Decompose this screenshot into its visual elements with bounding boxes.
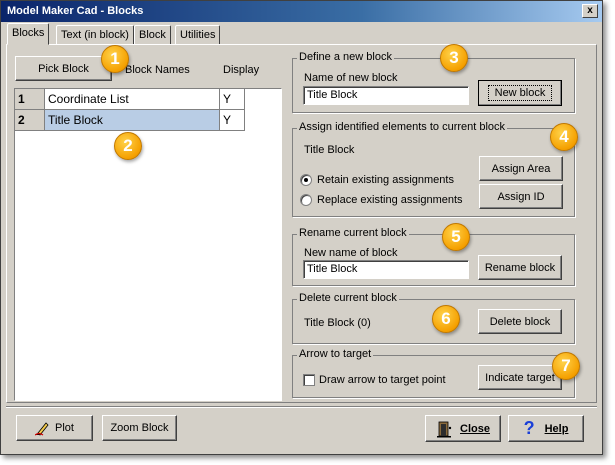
plot-label: Plot <box>55 422 74 434</box>
close-button[interactable]: Close <box>425 415 501 442</box>
help-button[interactable]: ? Help <box>508 415 584 442</box>
column-header-display: Display <box>223 64 260 76</box>
group-title: Arrow to target <box>297 348 374 360</box>
help-label: Help <box>544 422 569 435</box>
new-block-name-input[interactable]: Title Block <box>303 86 469 105</box>
delete-block-button[interactable]: Delete block <box>478 309 562 334</box>
column-header-block-names: Block Names <box>125 64 190 76</box>
plot-button[interactable]: Plot <box>16 415 93 441</box>
tab-text-in-block[interactable]: Text (in block) <box>56 25 134 45</box>
new-block-button-label: New block <box>487 85 553 101</box>
replace-radio[interactable] <box>300 194 312 206</box>
zoom-block-button[interactable]: Zoom Block <box>102 415 177 441</box>
group-title: Rename current block <box>297 227 409 239</box>
delete-current-label: Title Block (0) <box>304 317 371 329</box>
pen-icon <box>35 422 49 436</box>
display-cell[interactable]: Y <box>220 89 245 110</box>
group-title: Assign identified elements to current bl… <box>297 121 508 133</box>
indicate-target-button[interactable]: Indicate target <box>478 365 562 390</box>
row-number: 2 <box>15 110 45 131</box>
badge-4: 4 <box>550 123 578 151</box>
badge-3: 3 <box>440 44 468 72</box>
current-block-label: Title Block <box>304 144 355 156</box>
rename-block-button[interactable]: Rename block <box>478 255 562 280</box>
tab-utilities[interactable]: Utilities <box>175 25 221 45</box>
group-title: Delete current block <box>297 292 399 304</box>
retain-label: Retain existing assignments <box>317 174 454 186</box>
blocks-dialog: Model Maker Cad - Blocks x Blocks Text (… <box>0 0 603 455</box>
table-row[interactable]: 2 Title Block Y <box>15 110 245 131</box>
title-bar: Model Maker Cad - Blocks x <box>1 1 602 22</box>
new-block-name-label: Name of new block <box>304 72 398 84</box>
table-row[interactable]: 1 Coordinate List Y <box>15 89 245 110</box>
pick-block-button[interactable]: Pick Block <box>15 56 112 81</box>
group-title: Define a new block <box>297 51 394 63</box>
block-name-cell[interactable]: Coordinate List <box>45 89 220 110</box>
bottom-divider <box>6 406 597 408</box>
display-cell[interactable]: Y <box>220 110 245 131</box>
draw-arrow-checkbox[interactable] <box>303 374 315 386</box>
door-exit-icon <box>437 421 452 437</box>
badge-5: 5 <box>442 223 470 251</box>
window-title: Model Maker Cad - Blocks <box>7 5 144 17</box>
badge-2: 2 <box>114 132 142 160</box>
tab-block[interactable]: Block <box>134 25 171 45</box>
badge-1: 1 <box>101 45 129 73</box>
tab-blocks[interactable]: Blocks <box>7 23 50 45</box>
window-close-button[interactable]: x <box>582 4 598 18</box>
blocks-grid[interactable]: 1 Coordinate List Y 2 Title Block Y <box>14 88 282 401</box>
replace-label: Replace existing assignments <box>317 194 463 206</box>
badge-6: 6 <box>432 305 460 333</box>
radio-selected-dot <box>304 178 308 182</box>
draw-arrow-label: Draw arrow to target point <box>319 374 446 386</box>
row-number: 1 <box>15 89 45 110</box>
badge-7: 7 <box>552 352 580 380</box>
assign-area-button[interactable]: Assign Area <box>479 156 563 181</box>
close-label: Close <box>460 422 490 435</box>
rename-label: New name of block <box>304 247 398 259</box>
assign-id-button[interactable]: Assign ID <box>479 184 563 209</box>
retain-radio[interactable] <box>300 174 312 186</box>
rename-input[interactable]: Title Block <box>303 260 469 279</box>
question-icon: ? <box>523 418 535 438</box>
new-block-button[interactable]: New block <box>478 80 562 106</box>
block-name-cell-selected[interactable]: Title Block <box>45 110 220 131</box>
